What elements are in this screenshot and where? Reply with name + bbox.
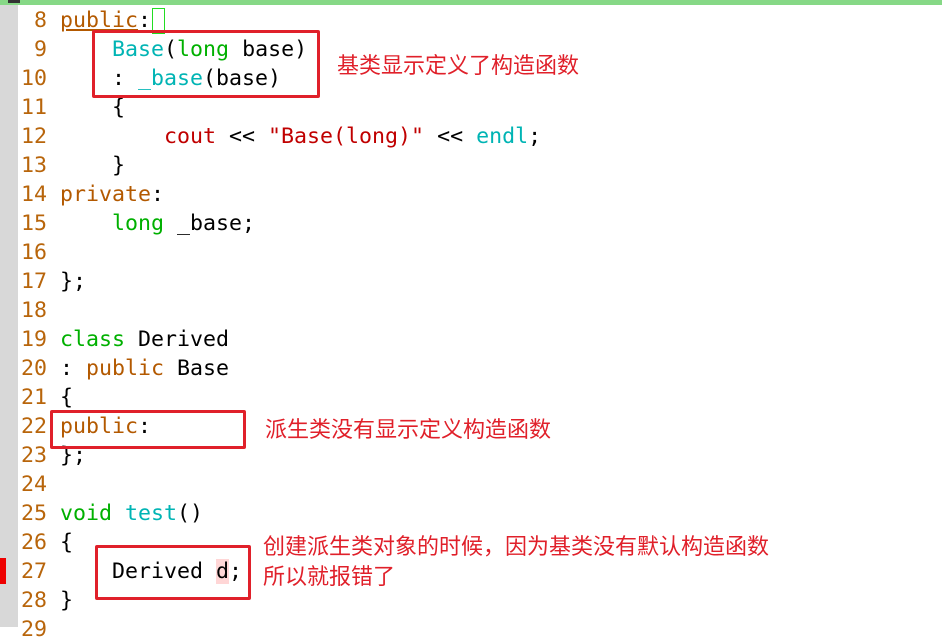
code-line[interactable]: 21 { (20, 383, 73, 412)
code-token: { (60, 95, 126, 120)
line-number: 12 (20, 124, 47, 149)
code-token: }; (60, 269, 87, 294)
code-token: cout (164, 124, 217, 149)
code-line[interactable]: 12 cout << "Base(long)" << endl; (20, 122, 541, 151)
line-number: 22 (20, 414, 47, 439)
code-token: << (424, 124, 477, 149)
line-number: 29 (20, 617, 47, 642)
annotation-box-base-ctor (92, 30, 320, 98)
code-line[interactable]: 24 (20, 470, 60, 499)
annotation-note-2: 派生类没有显示定义构造函数 (265, 418, 552, 443)
line-number: 13 (20, 153, 47, 178)
code-token: ; (528, 124, 542, 149)
code-token: _base; (164, 211, 256, 236)
line-number: 16 (20, 240, 47, 265)
code-token: { (60, 385, 74, 410)
line-number: 26 (20, 530, 47, 555)
code-line[interactable]: 29 (20, 615, 60, 644)
editor-top-bar (0, 0, 942, 5)
code-line[interactable]: 26 { (20, 528, 73, 557)
code-line[interactable]: 16 (20, 238, 60, 267)
code-line[interactable]: 15 long _base; (20, 209, 255, 238)
line-number: 18 (20, 298, 47, 323)
error-marker (0, 558, 6, 584)
code-line[interactable]: 13 } (20, 151, 125, 180)
code-token: : (151, 182, 165, 207)
line-number: 24 (20, 472, 47, 497)
annotation-note-3-line-1: 创建派生类对象的时候，因为基类没有默认构造函数 (263, 535, 770, 560)
code-token: endl (476, 124, 529, 149)
code-token: () (177, 501, 204, 526)
line-number: 8 (33, 8, 47, 33)
code-token: long (112, 211, 165, 236)
code-line[interactable]: 17}; (20, 267, 86, 296)
line-number: 14 (20, 182, 47, 207)
code-token: } (60, 588, 74, 613)
annotation-box-derived-d (95, 545, 251, 600)
line-number: 15 (20, 211, 47, 236)
line-number: 10 (20, 66, 47, 91)
code-line[interactable]: 20: public Base (20, 354, 229, 383)
code-line[interactable]: 14 private: (20, 180, 164, 209)
annotation-note-1: 基类显示定义了构造函数 (337, 54, 580, 79)
code-line[interactable]: 25 void test() (20, 499, 203, 528)
line-number: 25 (20, 501, 47, 526)
code-token: } (60, 153, 126, 178)
line-number: 21 (20, 385, 47, 410)
code-token: "Base(long)" (268, 124, 425, 149)
code-token: void (60, 501, 113, 526)
code-line[interactable]: 18 (20, 296, 60, 325)
line-number: 9 (33, 37, 47, 62)
code-token: test (125, 501, 178, 526)
code-token: : (60, 356, 87, 381)
code-token: class (60, 327, 126, 352)
annotation-note-3-line-2: 所以就报错了 (263, 565, 396, 590)
line-number: 20 (20, 356, 47, 381)
code-token: private (60, 182, 152, 207)
code-token: << (216, 124, 269, 149)
code-line[interactable]: 28} (20, 586, 73, 615)
editor-gutter (0, 5, 18, 627)
annotation-box-derived-public (50, 410, 246, 449)
code-token: Derived (125, 327, 230, 352)
code-token: public (86, 356, 165, 381)
line-number: 17 (20, 269, 47, 294)
line-number: 27 (20, 559, 47, 584)
code-token: Base (164, 356, 230, 381)
line-number: 11 (20, 95, 47, 120)
code-line[interactable]: 19 class Derived (20, 325, 229, 354)
line-number: 19 (20, 327, 47, 352)
line-number: 23 (20, 443, 47, 468)
line-number: 28 (20, 588, 47, 613)
tab-indicator (8, 0, 20, 3)
code-token: { (60, 530, 74, 555)
